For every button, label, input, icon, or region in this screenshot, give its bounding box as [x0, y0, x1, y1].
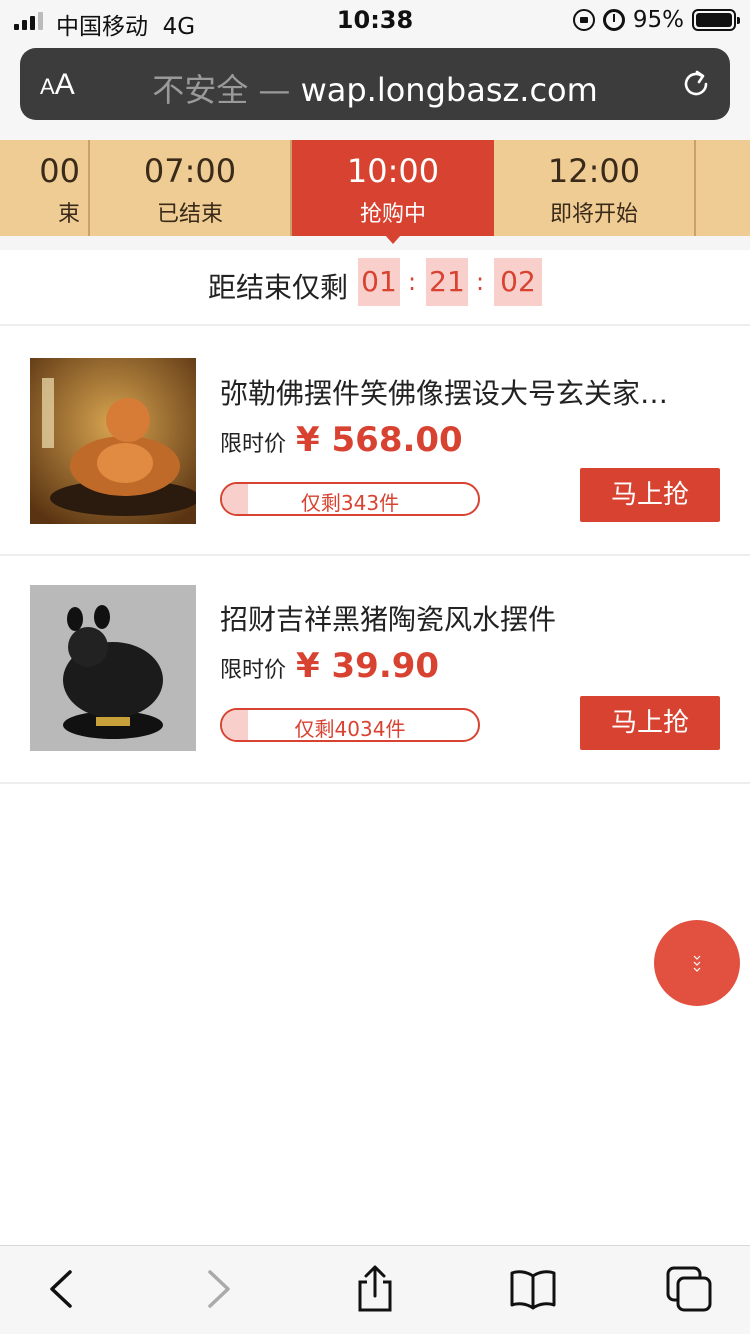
reload-icon[interactable]: [680, 68, 712, 100]
buy-now-button[interactable]: 马上抢: [580, 696, 720, 750]
tab-previous[interactable]: 00 束: [0, 140, 90, 236]
url-text[interactable]: 不安全 — wap.longbasz.com: [20, 65, 730, 111]
tabs-divider: [0, 236, 750, 250]
buy-now-button[interactable]: 马上抢: [580, 468, 720, 522]
price-row: 限时价 ¥ 568.00: [220, 420, 463, 460]
tab-1200[interactable]: 12:00 即将开始: [494, 140, 696, 236]
countdown-sep: :: [408, 268, 417, 296]
stock-progress: 仅剩343件: [220, 482, 480, 516]
browser-toolbar: [0, 1245, 750, 1334]
scroll-down-button[interactable]: [654, 920, 740, 1006]
forward-icon[interactable]: [192, 1264, 242, 1314]
price: ¥ 568.00: [296, 420, 463, 460]
product-title[interactable]: 招财吉祥黑猪陶瓷风水摆件: [220, 598, 710, 638]
bookmarks-icon[interactable]: [508, 1264, 558, 1314]
browser-chrome: AA 不安全 — wap.longbasz.com: [0, 40, 750, 140]
share-icon[interactable]: [350, 1264, 400, 1314]
address-bar[interactable]: AA 不安全 — wap.longbasz.com: [20, 48, 730, 120]
domain-label: wap.longbasz.com: [300, 71, 598, 109]
stock-progress: 仅剩4034件: [220, 708, 480, 742]
active-tab-indicator: [385, 235, 401, 244]
price-label: 限时价: [220, 658, 287, 683]
countdown-seconds: 02: [494, 258, 542, 306]
price-label: 限时价: [220, 432, 287, 457]
scroll-down-icon: [693, 955, 701, 972]
battery-icon: [692, 9, 740, 31]
time-slot-tabs: 00 束 07:00 已结束 10:00 抢购中 12:00 即将开始: [0, 140, 750, 236]
countdown-minutes: 21: [426, 258, 468, 306]
product-image[interactable]: [30, 585, 196, 751]
product-item[interactable]: 招财吉祥黑猪陶瓷风水摆件 限时价 ¥ 39.90 仅剩4034件 马上抢: [0, 556, 750, 784]
security-label: 不安全 —: [152, 71, 291, 109]
battery-percent: 95%: [632, 7, 684, 33]
tabs-icon[interactable]: [664, 1264, 714, 1314]
status-bar: 中国移动 4G 10:38 95%: [0, 0, 750, 40]
alarm-icon: [602, 9, 625, 31]
stock-text: 仅剩343件: [300, 491, 400, 515]
product-title[interactable]: 弥勒佛摆件笑佛像摆设大号玄关家…: [220, 372, 710, 412]
tab-next[interactable]: [696, 140, 750, 236]
stock-text: 仅剩4034件: [294, 717, 406, 741]
price-row: 限时价 ¥ 39.90: [220, 646, 439, 686]
status-right: 95%: [572, 7, 740, 33]
countdown-label: 距结束仅剩: [208, 271, 349, 304]
product-item[interactable]: 弥勒佛摆件笑佛像摆设大号玄关家… 限时价 ¥ 568.00 仅剩343件 马上抢: [0, 328, 750, 556]
countdown-sep: :: [476, 268, 485, 296]
back-icon[interactable]: [38, 1264, 88, 1314]
product-image[interactable]: [30, 358, 196, 524]
tab-0700[interactable]: 07:00 已结束: [90, 140, 292, 236]
countdown-hours: 01: [358, 258, 400, 306]
tab-1000[interactable]: 10:00 抢购中: [292, 140, 494, 236]
price: ¥ 39.90: [296, 646, 440, 686]
rotation-lock-icon: [572, 9, 595, 31]
countdown: 距结束仅剩 01 : 21 : 02: [0, 250, 750, 326]
